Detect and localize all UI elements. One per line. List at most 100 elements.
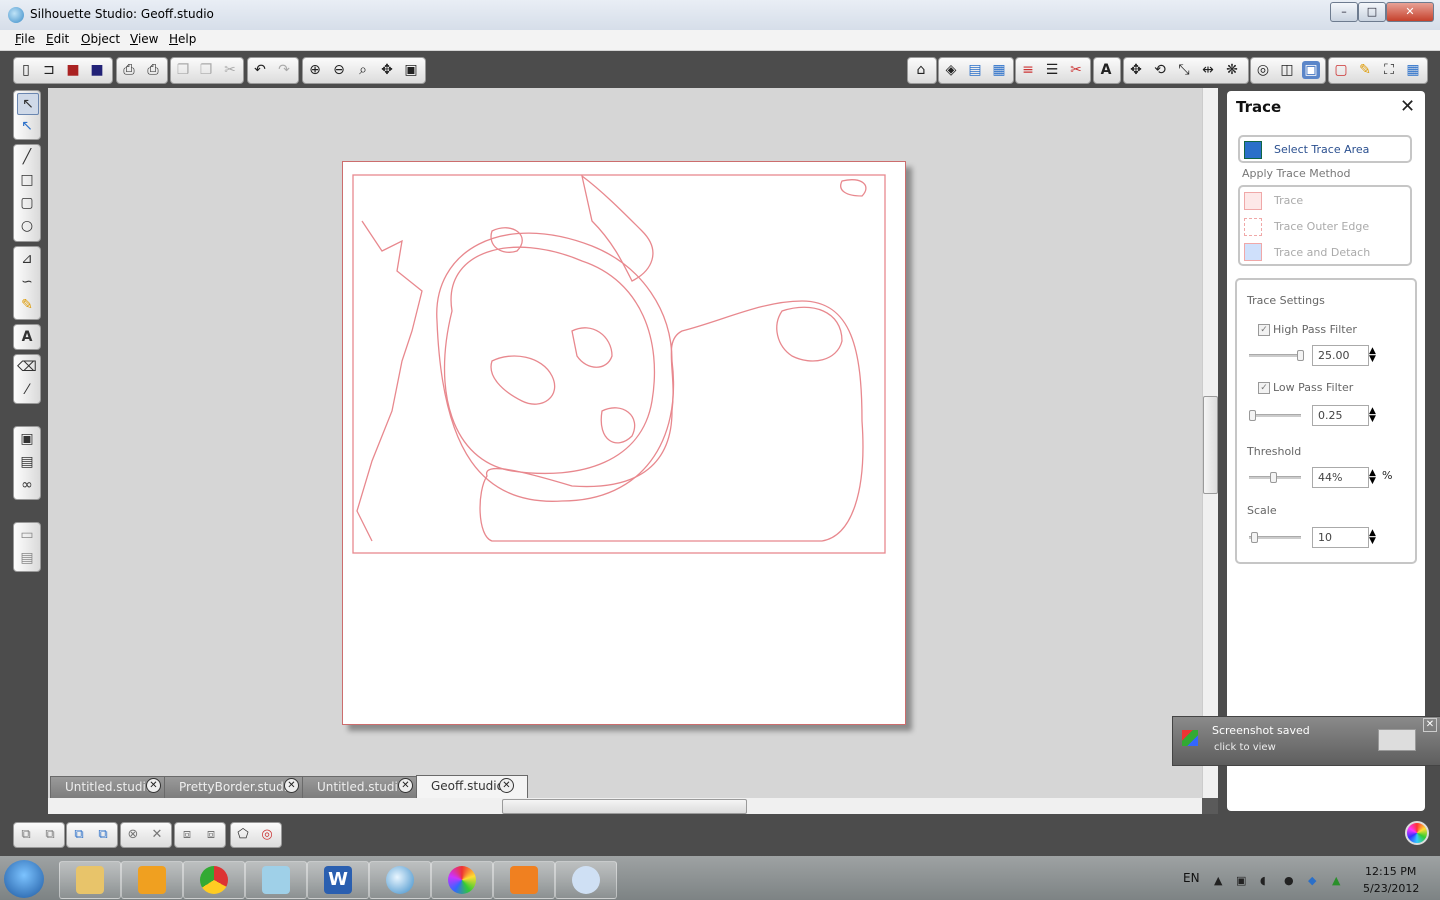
high-pass-stepper[interactable]: ▲ ▼ [1369,347,1376,364]
scale-value-input[interactable]: 10 [1312,527,1369,548]
drive-icon[interactable]: ▲ [1332,874,1340,887]
language-indicator[interactable]: EN [1183,871,1200,885]
redo-icon[interactable]: ↷ [275,61,293,79]
taskbar-chrome[interactable] [183,861,245,899]
fit-page-icon[interactable]: ▣ [402,61,420,79]
page-settings-icon[interactable]: ▤ [966,61,984,79]
taskbar-media[interactable] [493,861,555,899]
cut-settings-icon[interactable]: ▦ [1404,61,1422,79]
line-color-icon[interactable]: ≡ [1019,61,1037,79]
open-folder-icon[interactable]: ⊐ [40,61,58,79]
eraser-tool-icon[interactable]: ⌫ [17,357,37,377]
ungroup-icon[interactable]: ⧉ [41,826,59,844]
library-icon[interactable]: ▤ [17,452,37,472]
ellipse-tool-icon[interactable]: ○ [17,216,37,236]
taskbar-outlook[interactable] [121,861,183,899]
rectangle-tool-icon[interactable]: □ [17,170,37,190]
low-pass-slider[interactable] [1249,414,1301,417]
threshold-value-input[interactable]: 44% [1312,467,1369,488]
taskbar-silhouette[interactable] [369,861,431,899]
show-hidden-icons-icon[interactable]: ▲ [1214,874,1222,887]
offset-icon[interactable]: ◎ [1254,61,1272,79]
notification-subtitle[interactable]: click to view [1214,742,1276,753]
text-tool-icon[interactable]: A [17,327,37,347]
online-store-icon[interactable]: ⌂ [912,61,930,79]
cut-style-icon[interactable]: ✂ [1067,61,1085,79]
high-pass-slider-knob[interactable] [1297,350,1304,361]
high-pass-slider[interactable] [1249,354,1301,357]
bring-forward-icon[interactable]: ⧈ [178,826,196,844]
grid-settings-icon[interactable]: ▦ [990,61,1008,79]
new-file-icon[interactable]: ▯ [17,61,35,79]
registration-marks-icon[interactable]: ▢ [1332,61,1350,79]
clock-date[interactable]: 5/23/2012 [1363,882,1419,895]
save-to-library-icon[interactable]: ■ [88,61,106,79]
replicate-icon[interactable]: ❋ [1223,61,1241,79]
cut-icon[interactable]: ✂ [221,61,239,79]
tab-close-icon[interactable]: ✕ [398,778,413,793]
trace-method-detach[interactable]: Trace and Detach [1274,246,1370,259]
rounded-rectangle-tool-icon[interactable]: ▢ [17,193,37,213]
rotate-icon[interactable]: ⟲ [1151,61,1169,79]
line-tool-icon[interactable]: ╱ [17,147,37,167]
target-icon[interactable]: ◎ [258,826,276,844]
trace-outline[interactable] [342,161,906,561]
high-pass-checkbox[interactable]: ✓ [1258,324,1270,336]
modify-icon[interactable]: ◫ [1278,61,1296,79]
single-view-icon[interactable]: ▭ [17,525,37,545]
taskbar-explorer[interactable] [59,861,121,899]
chat-icon[interactable]: ● [1284,874,1294,887]
tray-device-icon[interactable]: ▣ [1236,874,1246,887]
close-panel-icon[interactable]: ✕ [1400,96,1415,117]
tab-close-icon[interactable]: ✕ [146,778,161,793]
notification-thumbnail[interactable] [1378,729,1416,751]
trace-method-outer-edge[interactable]: Trace Outer Edge [1274,220,1369,233]
maximize-button[interactable]: □ [1358,2,1386,22]
start-button[interactable] [4,860,44,898]
high-pass-value-input[interactable]: 25.00 [1312,345,1369,366]
freehand-tool-icon[interactable]: ✎ [17,295,37,315]
volume-icon[interactable]: ◖ [1260,874,1266,887]
taskbar-word[interactable]: W [307,861,369,899]
tab-prettyborder[interactable]: PrettyBorder.studio [164,776,304,798]
release-compound-icon[interactable]: ⧉ [94,826,112,844]
trace-method-trace[interactable]: Trace [1274,194,1303,207]
low-pass-stepper[interactable]: ▲ ▼ [1369,407,1376,424]
taskbar-notes[interactable] [245,861,307,899]
notification-close-icon[interactable]: ✕ [1423,718,1437,732]
split-view-icon[interactable]: ▤ [17,548,37,568]
menu-view[interactable]: View [130,32,158,46]
text-style-icon[interactable]: A [1097,61,1115,79]
dropbox-icon[interactable]: ◆ [1308,874,1316,887]
select-trace-area-button[interactable]: Select Trace Area [1238,135,1412,163]
scale-stepper[interactable]: ▲ ▼ [1369,529,1376,546]
tab-close-icon[interactable]: ✕ [284,778,299,793]
mirror-icon[interactable]: ⇹ [1199,61,1217,79]
save-icon[interactable]: ■ [64,61,82,79]
store-link-icon[interactable]: ∞ [17,475,37,495]
zoom-select-icon[interactable]: ⌕ [354,61,372,79]
scale-icon[interactable]: ⤡ [1175,61,1193,79]
vertical-scroll-thumb[interactable] [1203,396,1218,494]
zoom-out-icon[interactable]: ⊖ [330,61,348,79]
zoom-in-icon[interactable]: ⊕ [306,61,324,79]
copy-icon[interactable]: ❐ [174,61,192,79]
paste-icon[interactable]: ❐ [197,61,215,79]
minimize-button[interactable]: – [1330,2,1358,22]
pan-icon[interactable]: ✥ [378,61,396,79]
move-icon[interactable]: ✥ [1127,61,1145,79]
color-wheel-icon[interactable] [1405,821,1429,845]
scale-slider-knob[interactable] [1251,532,1258,543]
close-window-button[interactable]: ✕ [1386,2,1434,22]
menu-help[interactable]: Help [169,32,196,46]
line-style-icon[interactable]: ☰ [1043,61,1061,79]
make-compound-icon[interactable]: ⧉ [70,826,88,844]
horizontal-scroll-thumb[interactable] [502,799,747,814]
fill-color-icon[interactable]: ◈ [942,61,960,79]
full-screen-icon[interactable]: ⛶ [1380,61,1398,79]
cutting-mat-icon[interactable]: ▣ [17,429,37,449]
undo-icon[interactable]: ↶ [251,61,269,79]
weld-icon[interactable]: ⊗ [124,826,142,844]
tab-close-icon[interactable]: ✕ [499,778,514,793]
delete-icon[interactable]: ✕ [148,826,166,844]
